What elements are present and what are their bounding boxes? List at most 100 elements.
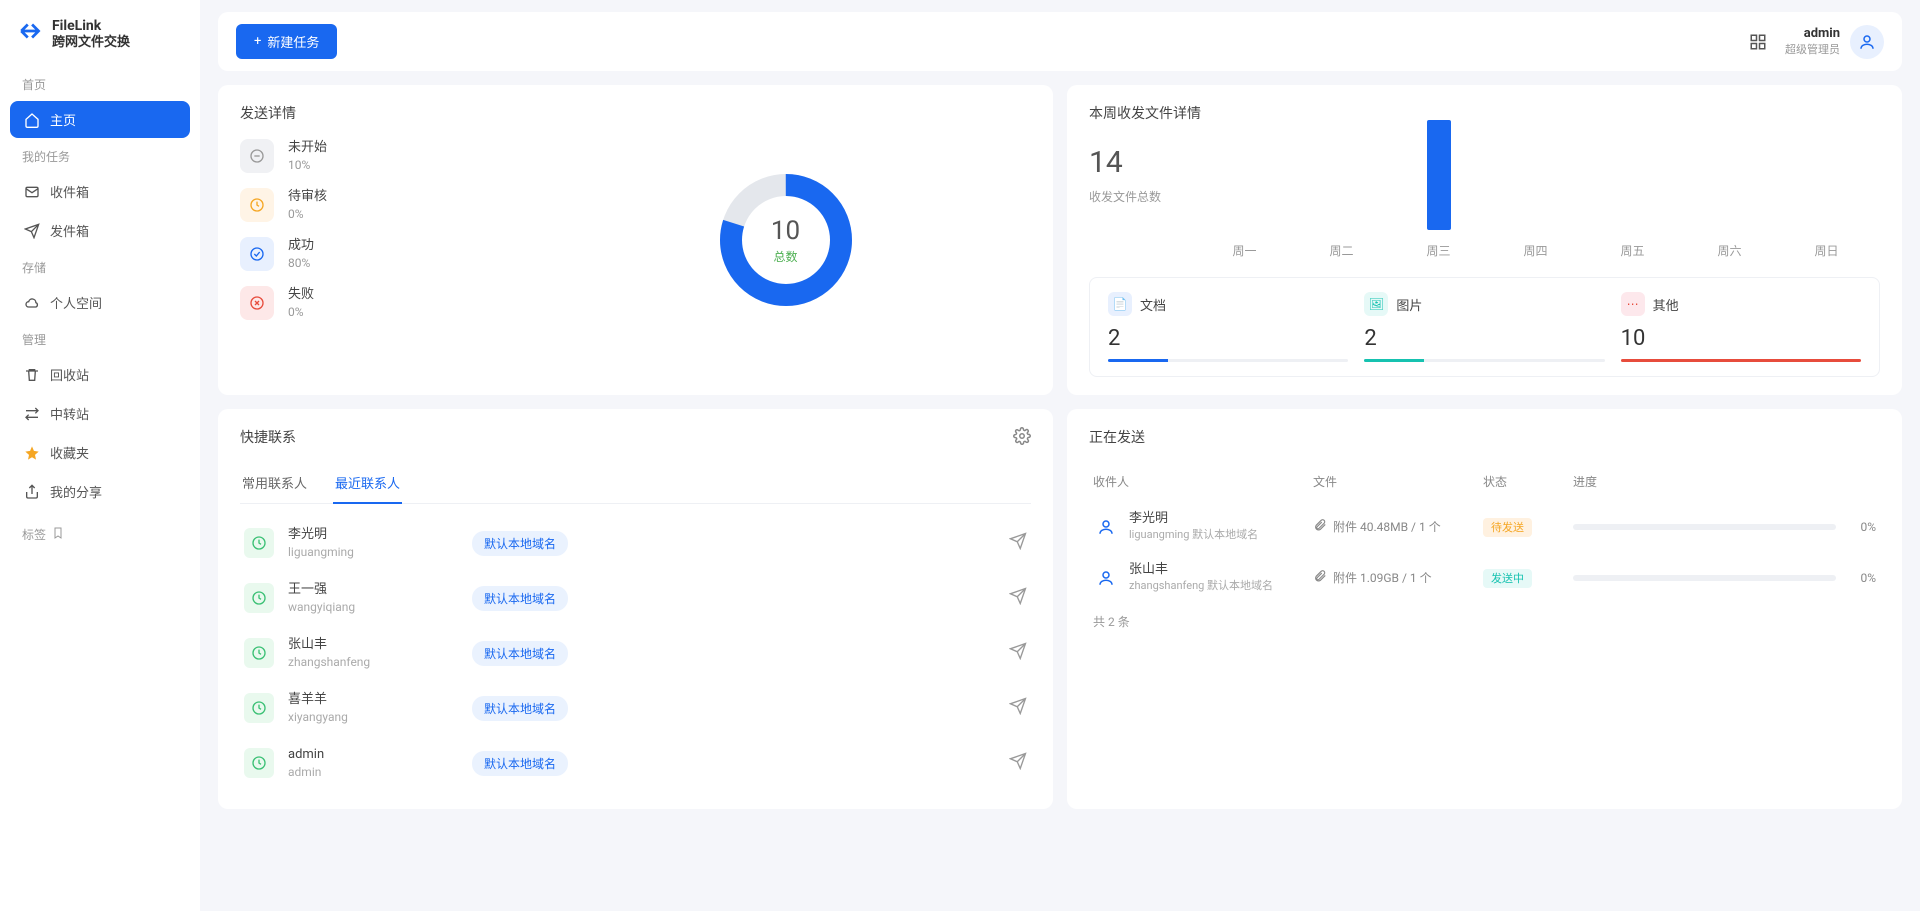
nav-transfer[interactable]: 中转站 (10, 395, 190, 432)
send-icon (24, 223, 40, 239)
bar-col: 周二 (1298, 230, 1385, 259)
file-type-value: 10 (1621, 326, 1861, 351)
contact-id: zhangshanfeng (288, 654, 458, 671)
status-label: 待审核 (288, 188, 327, 206)
nav-personal-label: 个人空间 (50, 293, 102, 312)
logo: FileLink 跨网文件交换 (10, 12, 190, 66)
contact-row[interactable]: 李光明 liguangming 默认本地域名 (240, 516, 1031, 571)
send-action-icon[interactable] (1009, 532, 1027, 554)
bookmark-icon (52, 527, 64, 542)
status-item: 待审核 0% (240, 188, 500, 223)
nav-inbox[interactable]: 收件箱 (10, 173, 190, 210)
nav-recycle[interactable]: 回收站 (10, 356, 190, 393)
send-action-icon[interactable] (1009, 642, 1027, 664)
contact-id: admin (288, 764, 458, 781)
contact-row[interactable]: 王一强 wangyiqiang 默认本地域名 (240, 571, 1031, 626)
apps-icon[interactable] (1749, 33, 1767, 51)
contact-row[interactable]: 喜羊羊 xiyangyang 默认本地域名 (240, 681, 1031, 736)
new-task-label: 新建任务 (267, 32, 319, 51)
contact-name: admin (288, 746, 458, 764)
home-icon (24, 112, 40, 128)
contacts-title: 快捷联系 (240, 427, 1031, 447)
nav-inbox-label: 收件箱 (50, 182, 89, 201)
status-pct: 80% (288, 255, 314, 272)
contact-id: liguangming (288, 544, 458, 561)
th-recipient: 收件人 (1093, 473, 1313, 490)
sending-row[interactable]: 张山丰 zhangshanfeng 默认本地域名 附件 1.09GB / 1 个… (1089, 552, 1880, 603)
nav-favorites-label: 收藏夹 (50, 443, 89, 462)
progress-pct: 0% (1846, 571, 1876, 585)
sending-total: 共 2 条 (1089, 603, 1880, 640)
file-type-name: 其他 (1653, 295, 1679, 314)
clock-icon (244, 528, 274, 558)
recipient-meta: zhangshanfeng 默认本地域名 (1129, 579, 1273, 593)
th-file: 文件 (1313, 473, 1483, 490)
logo-icon (18, 18, 44, 50)
gear-icon[interactable] (1013, 427, 1031, 449)
nav-personal[interactable]: 个人空间 (10, 284, 190, 321)
file-type-block: 📄 文档 2 (1108, 292, 1348, 362)
user-role: 超级管理员 (1785, 43, 1840, 57)
nav-recycle-label: 回收站 (50, 365, 89, 384)
week-title: 本周收发文件详情 (1089, 103, 1880, 123)
brand-main: FileLink (52, 18, 130, 35)
domain-chip: 默认本地域名 (472, 641, 568, 666)
bar-label: 周三 (1427, 242, 1451, 259)
status-icon (240, 237, 274, 271)
send-action-icon[interactable] (1009, 587, 1027, 609)
send-action-icon[interactable] (1009, 752, 1027, 774)
donut-total-value: 10 (771, 216, 800, 246)
week-total-label: 收发文件总数 (1089, 188, 1161, 205)
share-icon (24, 484, 40, 500)
nav-section-home: 首页 (10, 70, 190, 99)
nav-section-admin: 管理 (10, 325, 190, 354)
status-item: 失败 0% (240, 286, 500, 321)
file-type-value: 2 (1108, 326, 1348, 351)
user-icon (1093, 514, 1119, 540)
nav-home[interactable]: 主页 (10, 101, 190, 138)
bar-label: 周四 (1524, 242, 1548, 259)
bar-col: 周三 (1395, 120, 1482, 259)
contact-name: 王一强 (288, 581, 458, 599)
nav-outbox-label: 发件箱 (50, 221, 89, 240)
paperclip-icon (1313, 569, 1327, 586)
new-task-button[interactable]: + 新建任务 (236, 24, 337, 59)
sending-title: 正在发送 (1089, 427, 1880, 447)
contact-row[interactable]: 张山丰 zhangshanfeng 默认本地域名 (240, 626, 1031, 681)
tab-frequent[interactable]: 常用联系人 (240, 463, 309, 504)
contact-row[interactable]: admin admin 默认本地域名 (240, 736, 1031, 791)
send-detail-card: 发送详情 未开始 10% 待审核 0% 成功 80% 失败 0% (218, 85, 1053, 395)
contacts-card: 快捷联系 常用联系人 最近联系人 李光明 liguangming 默认本地域名 … (218, 409, 1053, 809)
status-badge: 发送中 (1483, 569, 1532, 588)
nav-bookmark[interactable]: 标签 (10, 520, 190, 549)
tab-recent[interactable]: 最近联系人 (333, 463, 402, 504)
send-action-icon[interactable] (1009, 697, 1027, 719)
nav-section-storage: 存储 (10, 253, 190, 282)
user-name: admin (1785, 26, 1840, 43)
nav-outbox[interactable]: 发件箱 (10, 212, 190, 249)
status-pct: 10% (288, 157, 327, 174)
clock-icon (244, 583, 274, 613)
recipient-meta: liguangming 默认本地域名 (1129, 528, 1258, 542)
bar-col: 周六 (1686, 230, 1773, 259)
file-type-bar (1108, 359, 1168, 362)
sending-row[interactable]: 李光明 liguangming 默认本地域名 附件 40.48MB / 1 个 … (1089, 501, 1880, 552)
file-type-name: 图片 (1396, 295, 1422, 314)
status-item: 未开始 10% (240, 139, 500, 174)
status-badge: 待发送 (1483, 518, 1532, 537)
nav-favorites[interactable]: 收藏夹 (10, 434, 190, 471)
file-info: 附件 40.48MB / 1 个 (1313, 518, 1483, 535)
user-menu[interactable]: admin 超级管理员 (1785, 25, 1884, 59)
domain-chip: 默认本地域名 (472, 586, 568, 611)
nav-bookmark-label: 标签 (22, 526, 46, 543)
nav-home-label: 主页 (50, 110, 76, 129)
nav-shared[interactable]: 我的分享 (10, 473, 190, 510)
domain-chip: 默认本地域名 (472, 696, 568, 721)
contact-id: wangyiqiang (288, 599, 458, 616)
status-label: 失败 (288, 286, 314, 304)
user-icon (1093, 565, 1119, 591)
progress-pct: 0% (1846, 520, 1876, 534)
donut-total-label: 总数 (773, 248, 797, 265)
contact-name: 喜羊羊 (288, 691, 458, 709)
clock-icon (244, 748, 274, 778)
